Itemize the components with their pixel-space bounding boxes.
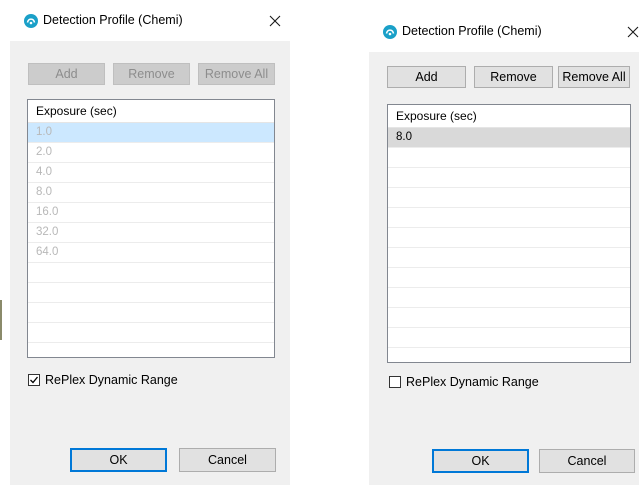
app-logo-icon <box>383 25 397 39</box>
remove-button[interactable]: Remove <box>474 66 553 88</box>
empty-row <box>28 263 274 283</box>
dialog-title: Detection Profile (Chemi) <box>43 13 183 27</box>
ok-button[interactable]: OK <box>70 448 167 472</box>
exposure-list[interactable]: Exposure (sec) 8.0 <box>387 104 631 363</box>
empty-row <box>28 303 274 323</box>
column-header-exposure[interactable]: Exposure (sec) <box>388 105 630 128</box>
list-item[interactable]: 8.0 <box>388 128 630 148</box>
empty-row <box>388 248 630 268</box>
remove-all-button[interactable]: Remove All <box>198 63 275 85</box>
empty-row <box>28 323 274 343</box>
remove-all-button[interactable]: Remove All <box>558 66 630 88</box>
close-icon[interactable] <box>269 15 281 27</box>
list-item[interactable]: 1.0 <box>28 123 274 143</box>
empty-row <box>388 208 630 228</box>
app-logo-icon <box>24 14 38 28</box>
empty-row <box>388 288 630 308</box>
empty-row <box>388 308 630 328</box>
list-item[interactable]: 2.0 <box>28 143 274 163</box>
right-dialog: Detection Profile (Chemi) Detection Prof… <box>369 0 639 485</box>
empty-row <box>388 228 630 248</box>
dialog-title: Detection Profile (Chemi) <box>402 24 542 38</box>
replex-checkbox-label[interactable]: RePlex Dynamic Range <box>406 375 539 389</box>
checkmark-icon <box>30 376 39 384</box>
window-edge <box>0 300 2 340</box>
empty-row <box>388 188 630 208</box>
list-item[interactable]: 16.0 <box>28 203 274 223</box>
list-item[interactable]: 64.0 <box>28 243 274 263</box>
add-button[interactable]: Add <box>387 66 466 88</box>
list-item[interactable]: 4.0 <box>28 163 274 183</box>
empty-row <box>388 168 630 188</box>
replex-checkbox[interactable] <box>389 376 401 388</box>
list-item[interactable]: 8.0 <box>28 183 274 203</box>
remove-button[interactable]: Remove <box>113 63 190 85</box>
add-button[interactable]: Add <box>28 63 105 85</box>
empty-row <box>388 328 630 348</box>
left-dialog: Detection Profile (Chemi) Add Remove Rem… <box>10 0 290 485</box>
ok-button[interactable]: OK <box>432 449 529 473</box>
empty-row <box>28 283 274 303</box>
cancel-button[interactable]: Cancel <box>179 448 276 472</box>
column-header-exposure[interactable]: Exposure (sec) <box>28 100 274 123</box>
replex-checkbox[interactable] <box>28 374 40 386</box>
cancel-button[interactable]: Cancel <box>539 449 635 473</box>
empty-row <box>388 148 630 168</box>
exposure-list[interactable]: Exposure (sec) 1.0 2.0 4.0 8.0 16.0 32.0… <box>27 99 275 358</box>
empty-row <box>388 268 630 288</box>
list-item[interactable]: 32.0 <box>28 223 274 243</box>
replex-checkbox-label[interactable]: RePlex Dynamic Range <box>45 373 178 387</box>
close-icon[interactable] <box>627 26 639 38</box>
left-titlebar: Detection Profile (Chemi) <box>10 0 290 41</box>
